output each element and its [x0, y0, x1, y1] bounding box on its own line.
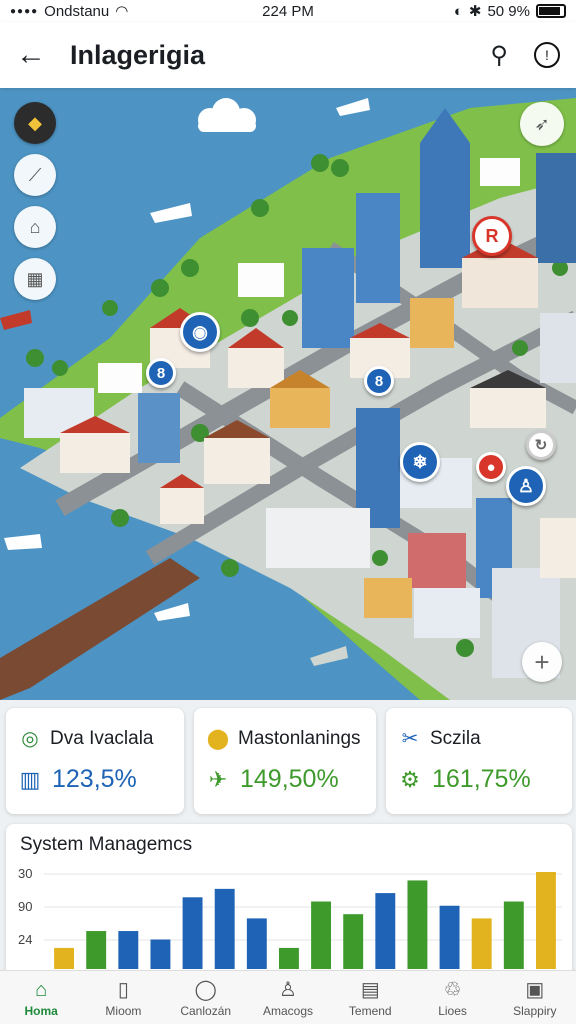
search-icon[interactable]: ⚲	[490, 41, 508, 70]
map-marker-snow-icon[interactable]: ❄	[400, 442, 440, 482]
map-marker-red[interactable]: ●	[476, 452, 506, 482]
chart-bar	[439, 905, 460, 969]
stat-cards: ◎ Dva Ivaclala ▥ 123,5% ⬤ Mastonlanings …	[6, 708, 572, 814]
chart-title: System Managemcs	[20, 834, 193, 855]
person-icon: ♙	[279, 978, 297, 1001]
document-icon: ▤	[360, 978, 380, 1001]
bluetooth-icon: ✱	[468, 3, 482, 20]
stat-value: 149,50%	[240, 765, 339, 793]
chart-bar	[471, 918, 492, 969]
location-icon: ◎	[21, 728, 39, 750]
nav-temend[interactable]: ▤ Temend	[329, 971, 411, 1024]
gear-icon: ⚙	[400, 766, 420, 792]
nav-canlozan[interactable]: ◯ Canlozán	[165, 971, 247, 1024]
compass-icon[interactable]: ➶	[520, 102, 564, 146]
nav-label: Homa	[24, 1003, 58, 1018]
stat-card[interactable]: ⬤ Mastonlanings ✈ 149,50%	[194, 708, 376, 814]
nav-label: Canlozán	[180, 1003, 232, 1018]
stat-label: Mastonlanings	[238, 727, 361, 749]
nav-slappiry[interactable]: ▣ Slappiry	[494, 971, 576, 1024]
pin-icon: ⬤	[206, 728, 230, 750]
zoom-in-button[interactable]: +	[522, 642, 562, 682]
map-marker-refresh-icon[interactable]: ↻	[526, 430, 556, 460]
map-illustration	[0, 88, 576, 700]
carrier-name: Ondstanu	[44, 2, 110, 20]
app-bar: ← Inlagerigia ⚲ !	[0, 22, 576, 88]
stat-label: Sczila	[430, 727, 481, 749]
info-icon[interactable]: !	[534, 42, 560, 68]
alarm-icon: ◐	[453, 2, 463, 20]
chart-bar	[407, 880, 428, 969]
chart-bar	[246, 918, 267, 969]
map-marker[interactable]: 8	[364, 366, 394, 396]
stat-card[interactable]: ✂ Sczila ⚙ 161,75%	[386, 708, 572, 814]
chart-bar	[118, 931, 139, 969]
signal-icon: ●●●●	[10, 5, 39, 17]
chart-bar	[182, 897, 203, 969]
nav-label: Lioes	[438, 1003, 467, 1018]
map-marker-person-icon[interactable]: ♙	[506, 466, 546, 506]
nav-lioes[interactable]: ♲ Lioes	[411, 971, 493, 1024]
map-marker[interactable]: R	[472, 216, 512, 256]
nav-home[interactable]: ⌂ Homa	[0, 971, 82, 1024]
y-tick-label: 90	[18, 899, 32, 914]
status-bar: ●●●● Ondstanu ◠ 224 PM ◐ ✱ 50 9%	[0, 0, 576, 22]
stat-card[interactable]: ◎ Dva Ivaclala ▥ 123,5%	[6, 708, 184, 814]
chart-bar	[311, 901, 332, 969]
chart-card: 30 90 24 System Managemcs	[6, 824, 572, 974]
page-title: Inlagerigia	[70, 39, 206, 70]
trash-icon: ▥	[19, 766, 41, 792]
map-icon: ▣	[525, 978, 545, 1001]
circle-icon: ◯	[194, 978, 217, 1001]
y-tick-label: 24	[18, 932, 32, 947]
layers-icon[interactable]: ◆	[14, 102, 56, 144]
map-tools: ◆ ⟋ ⌂ ▦	[14, 102, 56, 300]
city-map[interactable]: ◆ ⟋ ⌂ ▦ ➶ + ◉ 8 8 R ❄ ● ♙ ↻	[0, 88, 576, 700]
map-marker[interactable]: ◉	[180, 312, 220, 352]
nav-label: Mioom	[105, 1003, 142, 1018]
chart-bar	[54, 947, 75, 969]
nav-mioom[interactable]: ▯ Mioom	[82, 971, 164, 1024]
nav-amacogs[interactable]: ♙ Amacogs	[247, 971, 329, 1024]
stat-value: 123,5%	[52, 765, 137, 793]
wifi-icon: ◠	[115, 3, 129, 20]
y-tick-label: 30	[18, 866, 32, 881]
chart-bar	[86, 931, 107, 969]
route-icon[interactable]: ⟋	[14, 154, 56, 196]
home-icon: ⌂	[35, 978, 48, 1001]
tool-icon: ✂	[401, 728, 419, 750]
chart-bar	[503, 901, 524, 969]
back-arrow-icon[interactable]: ←	[16, 38, 52, 72]
nav-label: Slappiry	[513, 1003, 557, 1018]
chart-bar	[535, 872, 556, 969]
chart-bar	[150, 939, 171, 969]
nav-label: Amacogs	[262, 1003, 313, 1018]
chart-bar	[278, 947, 299, 969]
recycle-icon: ♲	[443, 978, 462, 1001]
battery-percent: 50 9%	[487, 2, 530, 20]
chart-bar	[343, 914, 364, 969]
grid-icon[interactable]: ▦	[14, 258, 56, 300]
map-marker[interactable]: 8	[146, 358, 176, 388]
bottom-nav: ⌂ Homa ▯ Mioom ◯ Canlozán ♙ Amacogs ▤ Te…	[0, 970, 576, 1024]
battery-icon	[536, 4, 566, 18]
stat-value: 161,75%	[432, 765, 531, 793]
chart-bar	[214, 888, 235, 969]
book-icon: ▯	[117, 978, 129, 1001]
nav-label: Temend	[348, 1003, 392, 1018]
status-time: 224 PM	[262, 2, 314, 20]
chart-bar	[375, 893, 396, 969]
building-icon[interactable]: ⌂	[14, 206, 56, 248]
plane-icon: ✈	[208, 766, 228, 792]
stat-label: Dva Ivaclala	[50, 727, 154, 749]
